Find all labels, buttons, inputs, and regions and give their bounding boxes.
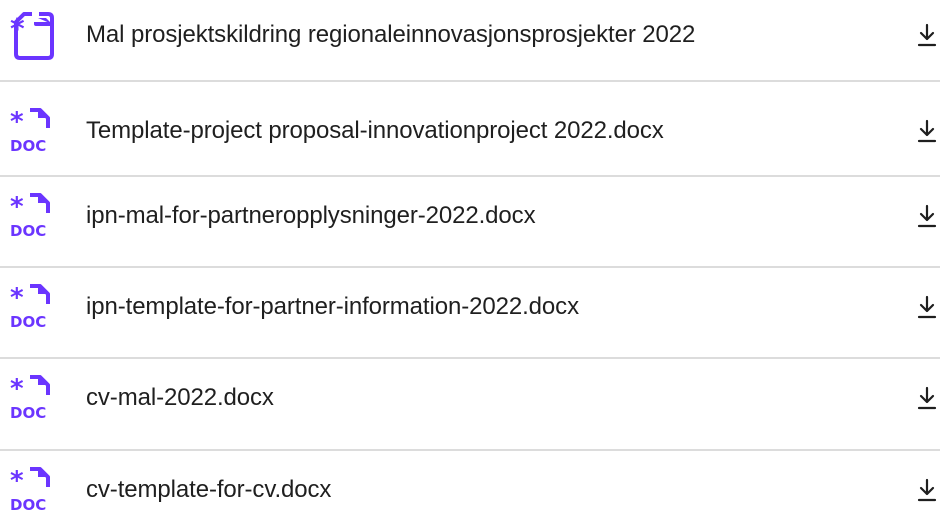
doc-file-icon: * DOC <box>10 374 50 422</box>
divider <box>0 266 940 268</box>
svg-text:*: * <box>10 12 25 45</box>
doc-badge: DOC <box>10 137 46 155</box>
doc-file-icon: * DOC <box>10 283 50 331</box>
svg-text:*: * <box>10 107 24 137</box>
download-icon[interactable] <box>916 385 938 411</box>
doc-badge: DOC <box>10 222 46 240</box>
file-name[interactable]: ipn-template-for-partner-information-202… <box>86 293 579 321</box>
svg-text:*: * <box>10 192 24 222</box>
divider <box>0 80 940 82</box>
download-icon[interactable] <box>916 203 938 229</box>
file-row[interactable]: * Mal prosjektskildring regionaleinnovas… <box>0 0 940 70</box>
doc-file-icon: * DOC <box>10 192 50 240</box>
download-icon[interactable] <box>916 22 938 48</box>
doc-file-icon: * DOC <box>10 466 50 514</box>
divider <box>0 175 940 177</box>
doc-badge: DOC <box>10 404 46 422</box>
doc-badge: DOC <box>10 313 46 331</box>
file-row[interactable]: * DOC ipn-template-for-partner-informati… <box>0 272 940 342</box>
file-row[interactable]: * DOC Template-project proposal-innovati… <box>0 96 940 166</box>
file-icon: * <box>10 10 54 60</box>
svg-text:*: * <box>10 374 24 404</box>
download-icon[interactable] <box>916 294 938 320</box>
file-name[interactable]: ipn-mal-for-partneropplysninger-2022.doc… <box>86 202 536 230</box>
file-name[interactable]: Template-project proposal-innovationproj… <box>86 117 664 145</box>
file-row[interactable]: * DOC cv-template-for-cv.docx <box>0 455 940 525</box>
svg-text:*: * <box>10 466 24 496</box>
download-icon[interactable] <box>916 477 938 503</box>
file-name[interactable]: Mal prosjektskildring regionaleinnovasjo… <box>86 21 695 49</box>
file-name[interactable]: cv-mal-2022.docx <box>86 384 274 412</box>
file-download-list: * Mal prosjektskildring regionaleinnovas… <box>0 0 940 514</box>
doc-file-icon: * DOC <box>10 107 50 155</box>
file-name[interactable]: cv-template-for-cv.docx <box>86 476 331 504</box>
doc-badge: DOC <box>10 496 46 514</box>
download-icon[interactable] <box>916 118 938 144</box>
file-row[interactable]: * DOC cv-mal-2022.docx <box>0 363 940 433</box>
svg-text:*: * <box>10 283 24 313</box>
divider <box>0 357 940 359</box>
file-row[interactable]: * DOC ipn-mal-for-partneropplysninger-20… <box>0 181 940 251</box>
divider <box>0 449 940 451</box>
